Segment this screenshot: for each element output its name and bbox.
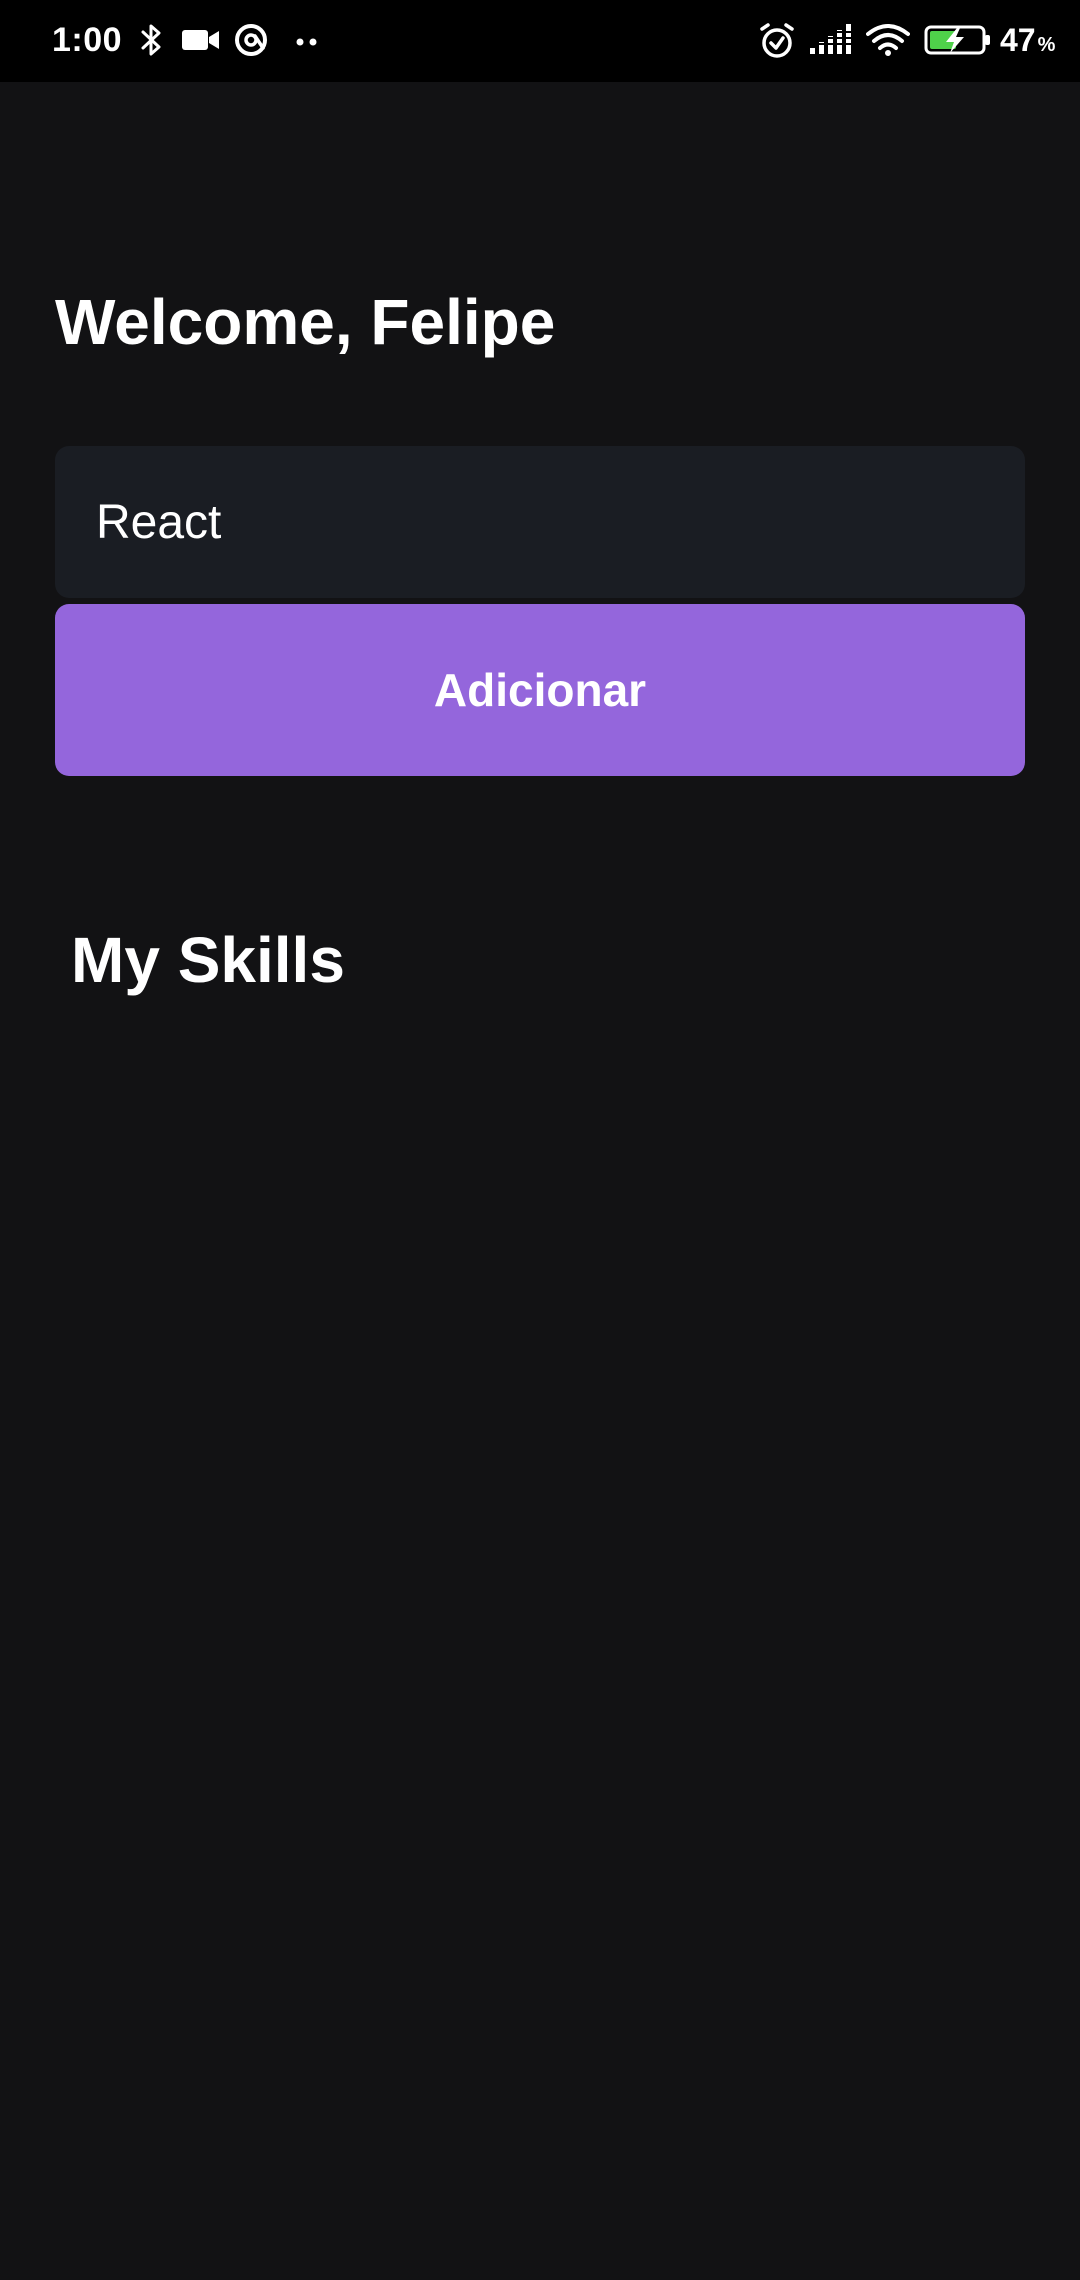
battery-level: 47% — [1000, 22, 1056, 58]
skills-list — [55, 1030, 1025, 2230]
signal-icon — [808, 22, 852, 63]
welcome-title: Welcome, Felipe — [55, 286, 556, 358]
status-time: 1:00 — [52, 21, 123, 59]
video-camera-icon — [181, 22, 221, 63]
bluetooth-icon — [137, 22, 167, 63]
add-skill-button[interactable]: Adicionar — [55, 604, 1025, 776]
at-sign-icon — [233, 22, 269, 63]
skill-input[interactable] — [55, 446, 1025, 598]
status-bar: 1:00 47 % — [0, 0, 1080, 82]
skills-section-title: My Skills — [71, 924, 345, 996]
alarm-icon — [758, 22, 796, 65]
battery-charging-icon — [924, 22, 992, 63]
wifi-icon — [866, 22, 910, 63]
more-dots-icon — [295, 22, 319, 63]
